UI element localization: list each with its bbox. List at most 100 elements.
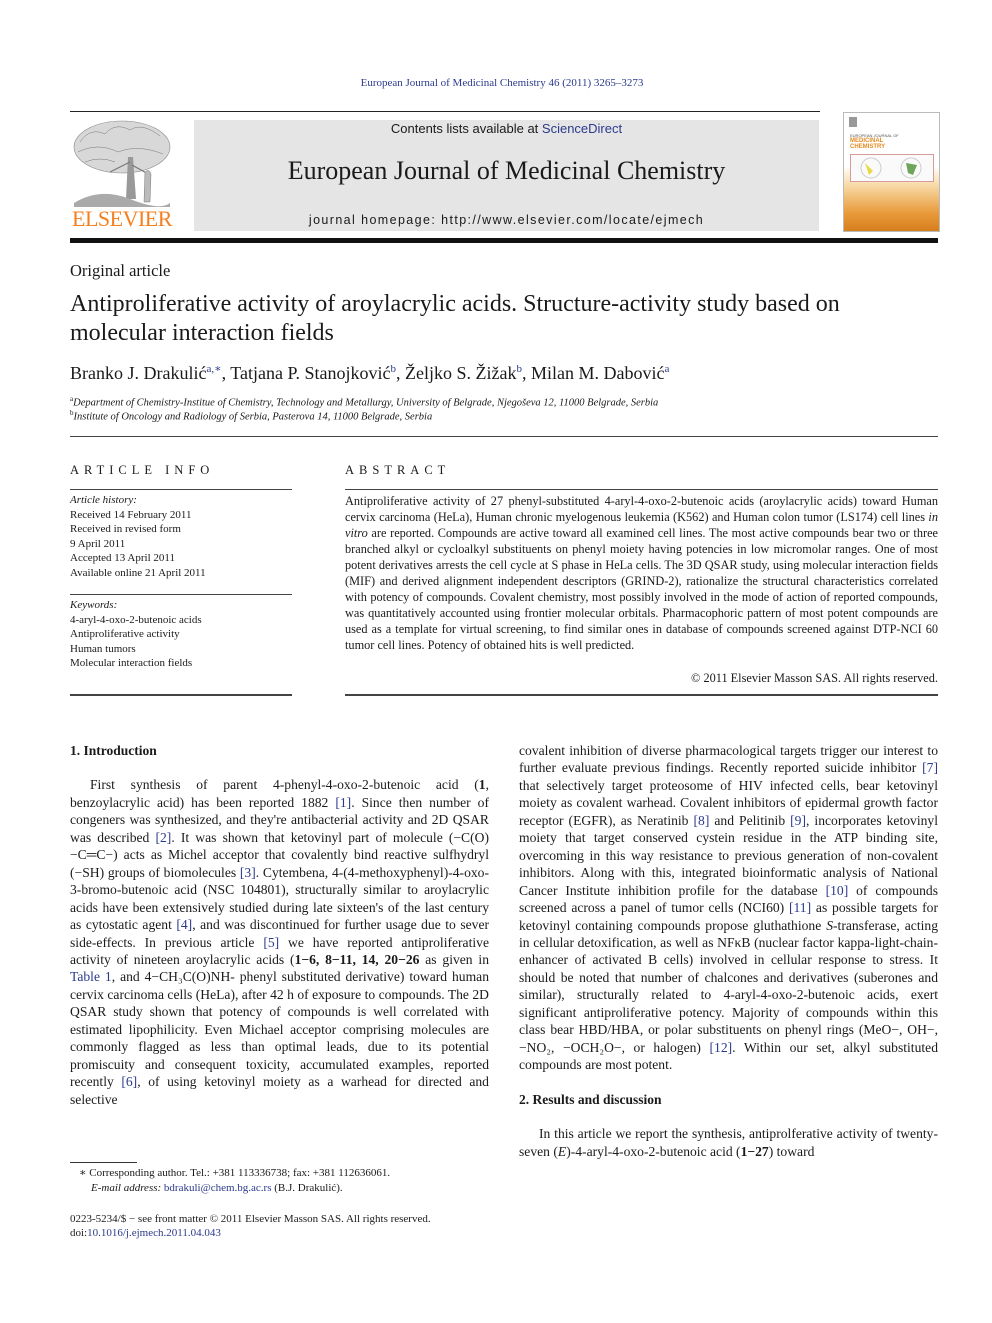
- body-text-run: ) toward: [768, 1143, 815, 1159]
- affiliation-b: bInstitute of Oncology and Radiology of …: [70, 409, 432, 423]
- body-text-run: , and 4−CH₃C(O)NH- phenyl substituted de…: [70, 969, 489, 1090]
- affiliation-text: Department of Chemistry-Institue of Chem…: [73, 397, 659, 409]
- reference-link[interactable]: [5]: [263, 935, 279, 950]
- cover-radar-chart-icon: [860, 157, 922, 179]
- author-affiliation-mark[interactable]: a,∗: [206, 363, 221, 375]
- keyword: 4-aryl-4-oxo-2-butenoic acids: [70, 613, 202, 626]
- history-item: Available online 21 April 2011: [70, 566, 206, 579]
- doi-link[interactable]: 10.1016/j.ejmech.2011.04.043: [87, 1227, 221, 1239]
- keyword: Antiproliferative activity: [70, 628, 180, 640]
- reference-link[interactable]: [6]: [121, 1074, 137, 1089]
- history-label: Article history:: [70, 494, 137, 506]
- author[interactable]: Željko S. Žižakb,: [405, 363, 531, 383]
- reference-link[interactable]: [3]: [240, 865, 256, 880]
- journal-citation[interactable]: European Journal of Medicinal Chemistry …: [0, 77, 992, 89]
- cover-title: MEDICINAL CHEMISTRY: [850, 138, 885, 150]
- history-item: Received in revised form: [70, 523, 181, 535]
- email-suffix: (B.J. Drakulić).: [271, 1182, 343, 1194]
- sciencedirect-link[interactable]: ScienceDirect: [542, 121, 622, 136]
- author-name: Branko J. Drakulić: [70, 363, 207, 383]
- abstract-heading: ABSTRACT: [345, 463, 451, 477]
- body-text-run: -transferase, acting in cellular detoxif…: [519, 917, 938, 1055]
- history-item: Accepted 13 April 2011: [70, 552, 175, 564]
- author-separator: ,: [395, 363, 405, 383]
- author-name: Tatjana P. Stanojković: [230, 363, 391, 383]
- author-affiliation-mark[interactable]: a: [664, 363, 669, 375]
- body-text-run: as given in: [419, 951, 489, 967]
- header-rule: [70, 111, 820, 112]
- body-text-run: covalent inhibition of diverse pharmacol…: [519, 743, 938, 776]
- body-text-run: 1: [478, 777, 486, 793]
- abstract-bottom-rule: [345, 694, 938, 696]
- author-name: Željko S. Žižak: [404, 363, 517, 383]
- author-list: Branko J. Drakulića,∗, Tatjana P. Stanoj…: [70, 362, 669, 384]
- body-text-run: )-4-aryl-4-oxo-2-butenoic acid (: [566, 1143, 741, 1159]
- author[interactable]: Tatjana P. Stanojkovićb,: [230, 363, 405, 383]
- body-text-run: First synthesis of parent 4-phenyl-4-oxo…: [90, 777, 479, 793]
- reference-link[interactable]: [7]: [922, 760, 938, 775]
- results-paragraph: In this article we report the synthesis,…: [519, 1125, 938, 1160]
- journal-homepage[interactable]: journal homepage: http://www.elsevier.co…: [194, 213, 819, 227]
- author[interactable]: Milan M. Dabovića: [531, 363, 669, 383]
- abstract-part: are reported. Compounds are active towar…: [345, 526, 938, 652]
- intro-paragraph: First synthesis of parent 4-phenyl-4-oxo…: [70, 776, 489, 1161]
- abstract-rule: [345, 489, 938, 490]
- body-text-run: 1−27: [740, 1143, 769, 1159]
- header-thick-rule: [70, 238, 938, 243]
- journal-title: European Journal of Medicinal Chemistry: [287, 156, 726, 185]
- contents-prefix: Contents lists available at: [390, 121, 542, 136]
- elsevier-wordmark: ELSEVIER: [72, 206, 172, 231]
- reference-link[interactable]: [1]: [335, 795, 351, 810]
- author-separator: ,: [521, 363, 531, 383]
- author[interactable]: Branko J. Drakulića,∗,: [70, 363, 230, 383]
- elsevier-logo[interactable]: ELSEVIER: [70, 117, 174, 232]
- abstract-copyright: © 2011 Elsevier Masson SAS. All rights r…: [691, 671, 938, 685]
- reference-link[interactable]: [12]: [710, 1040, 733, 1055]
- abstract-part: Antiproliferative activity of 27 phenyl-…: [345, 494, 938, 524]
- reference-link[interactable]: [11]: [789, 900, 811, 915]
- footnote-rule: [70, 1162, 137, 1163]
- issn-line: 0223-5234/$ − see front matter © 2011 El…: [70, 1213, 431, 1225]
- article-info-rule: [70, 489, 292, 490]
- email-note: E-mail address: bdrakuli@chem.bg.ac.rs (…: [91, 1181, 343, 1196]
- table-link[interactable]: Table 1: [70, 969, 112, 984]
- body-right-column: covalent inhibition of diverse pharmacol…: [519, 742, 938, 1160]
- elsevier-tree-icon: [73, 120, 171, 207]
- reference-link[interactable]: [4]: [176, 917, 192, 932]
- keyword: Human tumors: [70, 642, 136, 655]
- title-block-rule: [70, 436, 938, 437]
- section-heading-results: 2. Results and discussion: [519, 1091, 662, 1107]
- affiliation-text: Institute of Oncology and Radiology of S…: [73, 411, 433, 423]
- abstract-text: Antiproliferative activity of 27 phenyl-…: [345, 493, 938, 653]
- body-text-run: 1−6, 8−11, 14, 20−26: [294, 951, 420, 967]
- contents-line: Contents lists available at ScienceDirec…: [194, 121, 819, 136]
- affiliation-a: aDepartment of Chemistry-Institue of Che…: [70, 395, 658, 409]
- author-separator: ,: [221, 363, 231, 383]
- history-item: Received 14 February 2011: [70, 508, 192, 521]
- body-left-column: 1. Introduction First synthesis of paren…: [70, 742, 489, 1161]
- keywords-rule: [70, 594, 292, 595]
- reference-link[interactable]: [2]: [155, 830, 171, 845]
- corresponding-author-note: ∗ Corresponding author. Tel.: +381 11333…: [79, 1167, 391, 1179]
- section-heading-introduction: 1. Introduction: [70, 743, 157, 758]
- reference-link[interactable]: [10]: [826, 883, 849, 898]
- article-info-heading: ARTICLE INFO: [70, 463, 215, 477]
- journal-cover-thumbnail[interactable]: EUROPEAN JOURNAL OF MEDICINAL CHEMISTRY: [843, 112, 940, 232]
- article-history: Article history: Received 14 February 20…: [70, 493, 292, 580]
- reference-link[interactable]: [8]: [694, 813, 710, 828]
- history-item: 9 April 2011: [70, 537, 126, 550]
- intro-paragraph-continued: covalent inhibition of diverse pharmacol…: [519, 742, 938, 1074]
- author-name: Milan M. Dabović: [530, 363, 665, 383]
- body-text-run: and Pelitinib: [709, 812, 791, 828]
- journal-banner: Contents lists available at ScienceDirec…: [194, 120, 819, 231]
- doi-label: doi:: [70, 1227, 88, 1239]
- body-text-run: S: [826, 917, 834, 933]
- keyword: Molecular interaction fields: [70, 657, 193, 669]
- keywords: Keywords: 4-aryl-4-oxo-2-butenoic acids …: [70, 598, 292, 671]
- keywords-label: Keywords:: [70, 599, 118, 611]
- article-info-bottom-rule: [70, 694, 292, 696]
- cover-title-line2: CHEMISTRY: [850, 144, 886, 150]
- email-label: E-mail address:: [91, 1182, 162, 1194]
- reference-link[interactable]: [9]: [790, 813, 806, 828]
- email-link[interactable]: bdrakuli@chem.bg.ac.rs: [164, 1182, 272, 1194]
